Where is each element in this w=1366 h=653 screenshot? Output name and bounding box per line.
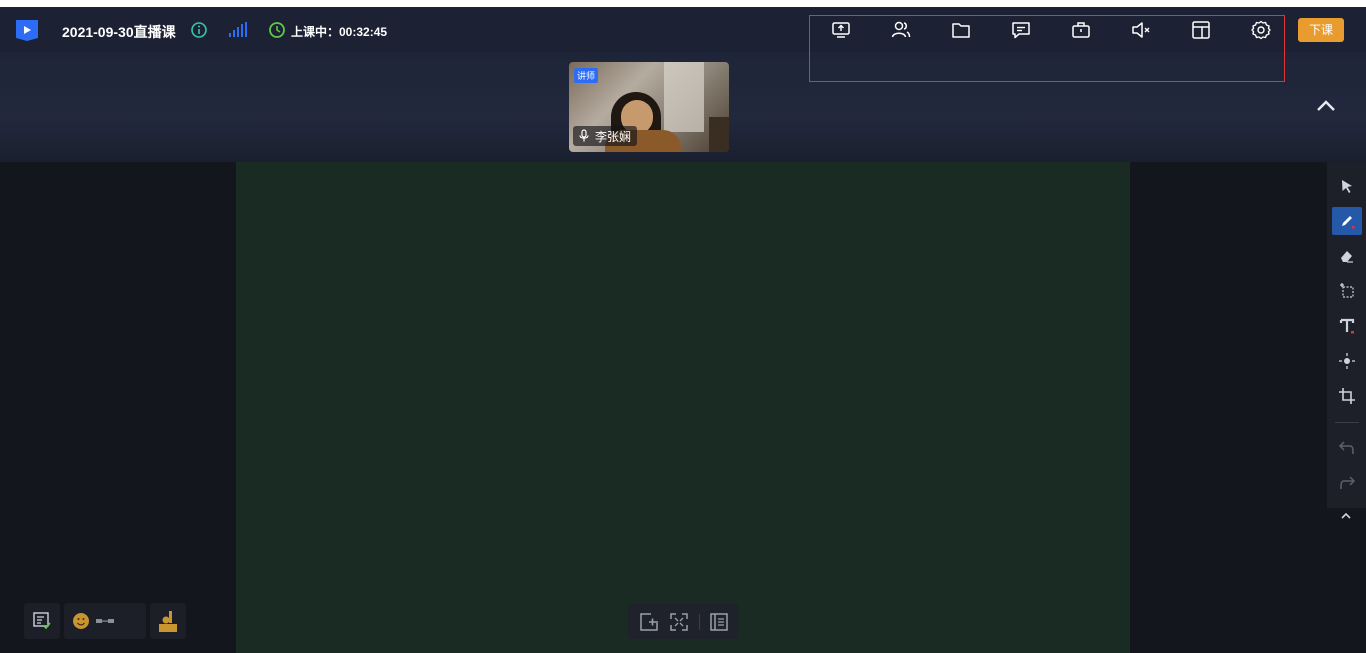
select-tool-button[interactable] [1332,172,1362,200]
eraser-tool-button[interactable] [1332,242,1362,270]
top-window-strip [0,0,1366,7]
screen-share-icon [832,22,850,38]
raise-hand-icon [159,611,177,632]
fullscreen-button[interactable] [669,612,689,632]
add-page-button[interactable] [639,612,659,632]
laser-pointer-tool-button[interactable] [1332,347,1362,375]
layout-icon [1192,21,1210,39]
folder-icon [952,23,970,38]
page-control-panel [628,604,738,639]
info-icon[interactable] [190,21,208,39]
undo-icon [1338,441,1354,455]
danmaku-icon [33,612,51,630]
layout-button[interactable] [1190,19,1212,41]
raise-hand-button[interactable] [157,609,179,633]
selection-area-icon [1340,283,1354,298]
crop-icon [1339,388,1355,404]
add-page-icon [640,613,658,631]
video-background-shadow [709,117,729,152]
end-class-button[interactable]: 下课 [1298,18,1344,42]
members-button[interactable] [890,19,912,41]
fullscreen-icon [670,613,688,631]
text-tool-button[interactable] [1332,312,1362,340]
network-signal-icon [229,22,247,37]
collapse-video-chevron-up-icon[interactable] [1310,90,1342,122]
redo-button[interactable] [1332,469,1362,497]
app-logo-icon [16,20,38,41]
top-header: 2021-09-30直播课 上课中：00:32:45 下课 [0,7,1366,52]
members-icon [891,21,911,38]
teacher-role-badge: 讲师 [574,68,599,83]
chat-icon [1012,22,1030,39]
pen-tool-button[interactable] [1332,207,1362,235]
screen-share-button[interactable] [830,19,852,41]
clock-icon [269,22,285,38]
undo-button[interactable] [1332,434,1362,462]
page-control-divider [699,614,700,630]
toolbar-divider [1335,422,1359,423]
speaker-mute-button[interactable] [1130,19,1152,41]
microphone-icon [579,129,589,142]
laser-pointer-icon [1339,353,1355,369]
emoji-button[interactable] [72,612,132,630]
video-background [664,62,704,132]
whiteboard-canvas[interactable] [236,162,1130,653]
emoji-icon [73,613,114,629]
raise-hand-panel [150,603,186,639]
teacher-video-tile[interactable]: 讲师 李张娴 [569,62,729,152]
pen-icon [1342,216,1355,229]
course-title: 2021-09-30直播课 [62,24,176,40]
speaker-mute-icon [1132,22,1150,38]
settings-button[interactable] [1250,19,1272,41]
class-status-timer: 上课中：00:32:45 [291,25,388,39]
toolbar-collapse-chevron-up-icon[interactable] [1336,508,1356,524]
toolbox-button[interactable] [1070,19,1092,41]
participant-name-tag: 李张娴 [573,126,638,146]
settings-icon [1251,20,1271,40]
whiteboard-tool-panel [1327,162,1366,508]
page-list-icon [710,613,728,631]
eraser-icon [1341,251,1353,263]
toolbox-icon [1072,22,1090,38]
page-list-button[interactable] [709,612,729,632]
select-arrow-icon [1342,180,1352,193]
emoji-panel [64,603,146,639]
crop-tool-button[interactable] [1332,382,1362,410]
text-icon [1339,318,1355,334]
courseware-folder-button[interactable] [950,19,972,41]
chat-button[interactable] [1010,19,1032,41]
participant-name: 李张娴 [595,129,632,144]
redo-icon [1340,476,1356,490]
danmaku-button[interactable] [32,611,52,631]
danmaku-panel [24,603,60,639]
area-select-tool-button[interactable] [1332,277,1362,305]
